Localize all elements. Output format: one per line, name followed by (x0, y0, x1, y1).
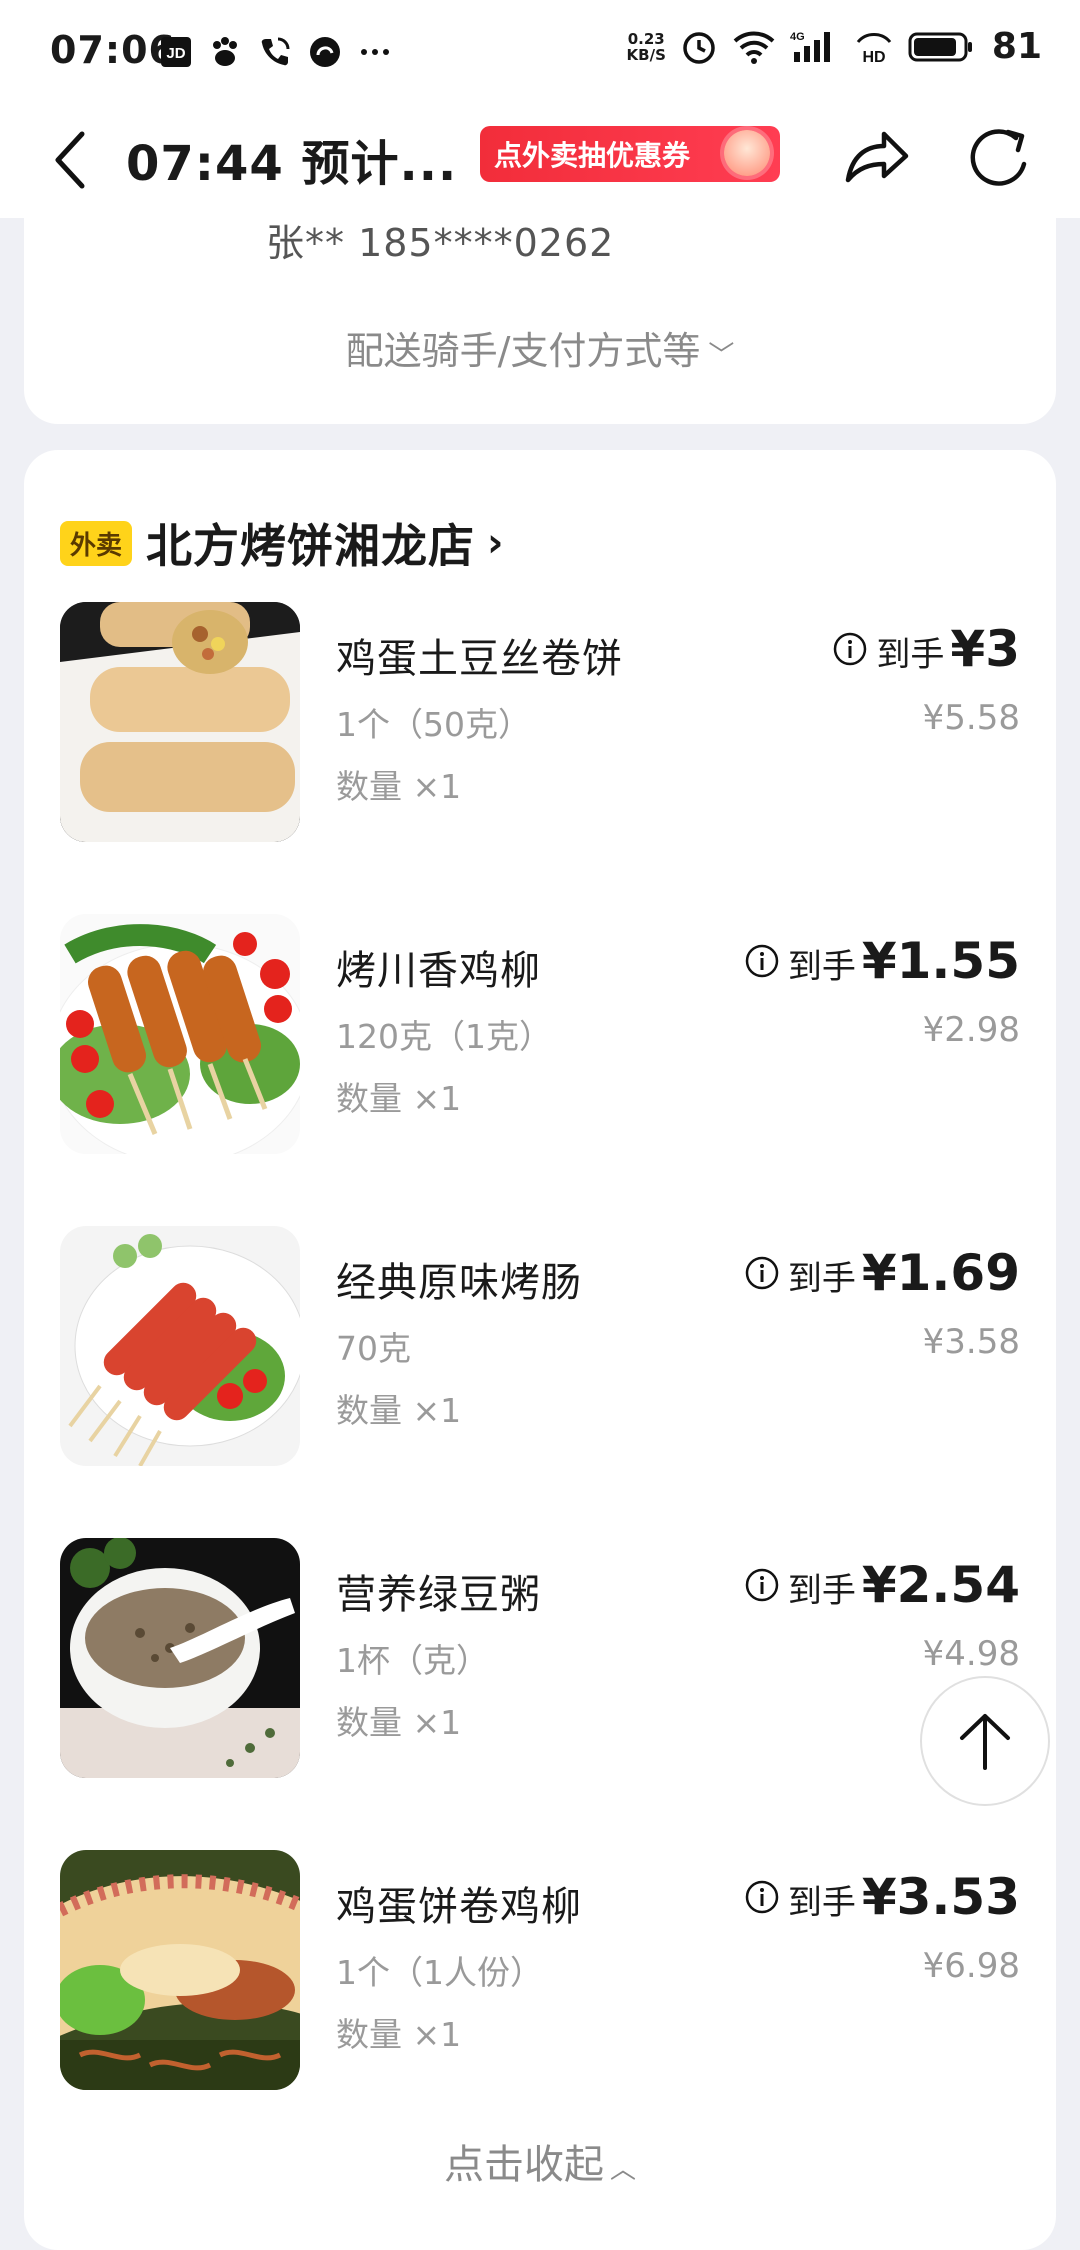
food-image (60, 1850, 300, 2090)
hd-icon: HD (856, 32, 892, 66)
more-dots-icon (361, 49, 389, 55)
back-icon[interactable] (46, 122, 96, 198)
item-price: 到手 ¥2.54 (744, 1556, 1020, 1614)
item-quantity: 数量 ×1 (336, 1391, 462, 1430)
status-right: 0.23 KB/S 4G HD 81 (627, 26, 1042, 67)
chevron-up-icon: ︿ (609, 2154, 636, 2185)
net-speed: 0.23 KB/S (627, 31, 666, 63)
battery-icon (908, 32, 972, 61)
chevron-right-icon: › (487, 520, 504, 566)
red-packet-icon (724, 130, 770, 176)
promo-label: 点外卖抽优惠券 (494, 139, 691, 172)
food-image (60, 1538, 300, 1778)
item-name: 鸡蛋饼卷鸡柳 (336, 1884, 582, 1930)
info-icon[interactable] (744, 1255, 780, 1291)
collapse-toggle[interactable]: 点击收起 ︿ (0, 2132, 1080, 2190)
order-item[interactable]: 经典原味烤肠 70克 数量 ×1 到手 ¥1.69 ¥3.58 (60, 1226, 1020, 1466)
item-spec: 1个（50克） (336, 705, 531, 744)
price-label: 到手 (787, 947, 856, 987)
item-quantity: 数量 ×1 (336, 767, 462, 806)
food-image (60, 602, 300, 842)
original-price: ¥3.58 (922, 1322, 1020, 1362)
phone-call-icon (261, 37, 290, 66)
original-price: ¥6.98 (922, 1946, 1020, 1986)
price-value: ¥3.53 (861, 1868, 1020, 1926)
price-label: 到手 (787, 1571, 856, 1611)
status-left-icons: JD (160, 32, 392, 72)
price-value: ¥2.54 (861, 1556, 1020, 1614)
chevron-down-icon: ﹀ (708, 341, 735, 371)
order-item[interactable]: 烤川香鸡柳 120克（1克） 数量 ×1 到手 ¥1.55 ¥2.98 (60, 914, 1020, 1154)
price-value: ¥1.69 (861, 1244, 1020, 1302)
item-quantity: 数量 ×1 (336, 1703, 462, 1742)
item-price: 到手 ¥1.55 (744, 932, 1020, 990)
original-price: ¥5.58 (922, 698, 1020, 738)
svg-text:HD: HD (862, 49, 885, 66)
refresh-icon[interactable] (966, 118, 1036, 198)
order-item[interactable]: 鸡蛋饼卷鸡柳 1个（1人份） 数量 ×1 到手 ¥3.53 ¥6.98 (60, 1850, 1020, 2090)
delivery-details-toggle[interactable]: 配送骑手/支付方式等 ﹀ (0, 320, 1080, 375)
battery-level: 81 (991, 26, 1042, 67)
order-item[interactable]: 营养绿豆粥 1杯（克） 数量 ×1 到手 ¥2.54 ¥4.98 (60, 1538, 1020, 1778)
takeout-tag: 外卖 (60, 520, 133, 566)
net-speed-value: 0.23 (627, 29, 665, 48)
price-label: 到手 (787, 1883, 856, 1923)
svg-text:4G: 4G (790, 31, 805, 43)
price-value: ¥3 (950, 620, 1020, 678)
svg-text:JD: JD (166, 45, 185, 62)
info-icon[interactable] (744, 943, 780, 979)
order-item[interactable]: 鸡蛋土豆丝卷饼 1个（50克） 数量 ×1 到手 ¥3 ¥5.58 (60, 602, 1020, 842)
item-quantity: 数量 ×1 (336, 2015, 462, 2054)
original-price: ¥2.98 (922, 1010, 1020, 1050)
jd-icon: JD (161, 37, 191, 67)
store-name: 北方烤饼湘龙店 (146, 519, 476, 573)
app-swirl-icon (310, 37, 340, 67)
alarm-icon (683, 31, 715, 64)
store-header[interactable]: 外卖 北方烤饼湘龙店 › (60, 510, 504, 576)
delivery-details-label: 配送骑手/支付方式等 (345, 329, 701, 373)
status-time: 07:06 (50, 28, 176, 72)
item-name: 营养绿豆粥 (336, 1572, 541, 1618)
wifi-icon (733, 31, 775, 64)
item-spec: 1个（1人份） (336, 1953, 543, 1992)
price-value: ¥1.55 (861, 932, 1020, 990)
item-spec: 120克（1克） (336, 1017, 552, 1056)
item-price: 到手 ¥3.53 (744, 1868, 1020, 1926)
item-spec: 1杯（克） (336, 1641, 489, 1680)
item-name: 鸡蛋土豆丝卷饼 (336, 636, 623, 682)
original-price: ¥4.98 (922, 1634, 1020, 1674)
baidu-icon (213, 37, 237, 66)
price-label: 到手 (876, 635, 945, 675)
info-icon[interactable] (744, 1879, 780, 1915)
item-quantity: 数量 ×1 (336, 1079, 462, 1118)
food-image (60, 914, 300, 1154)
back-to-top-button[interactable] (920, 1676, 1050, 1806)
item-price: 到手 ¥3 (832, 620, 1020, 678)
info-icon[interactable] (744, 1567, 780, 1603)
collapse-label: 点击收起 (443, 2142, 604, 2188)
price-label: 到手 (787, 1259, 856, 1299)
item-name: 烤川香鸡柳 (336, 948, 541, 994)
contact-info: 张** 185****0262 (266, 221, 615, 265)
promo-banner[interactable]: 点外卖抽优惠券 (480, 126, 780, 182)
page-title: 07:44 预计... (126, 136, 458, 192)
arrow-up-icon (960, 1714, 1010, 1770)
item-name: 经典原味烤肠 (336, 1260, 582, 1306)
item-spec: 70克 (336, 1329, 411, 1368)
share-icon[interactable] (842, 118, 912, 198)
food-image (60, 1226, 300, 1466)
item-price: 到手 ¥1.69 (744, 1244, 1020, 1302)
info-icon[interactable] (832, 631, 868, 667)
net-speed-unit: KB/S (626, 45, 666, 64)
signal-4g-icon: 4G (790, 31, 830, 62)
status-bar: 07:06 JD 0.23 KB/S 4G HD 81 (0, 0, 1080, 102)
